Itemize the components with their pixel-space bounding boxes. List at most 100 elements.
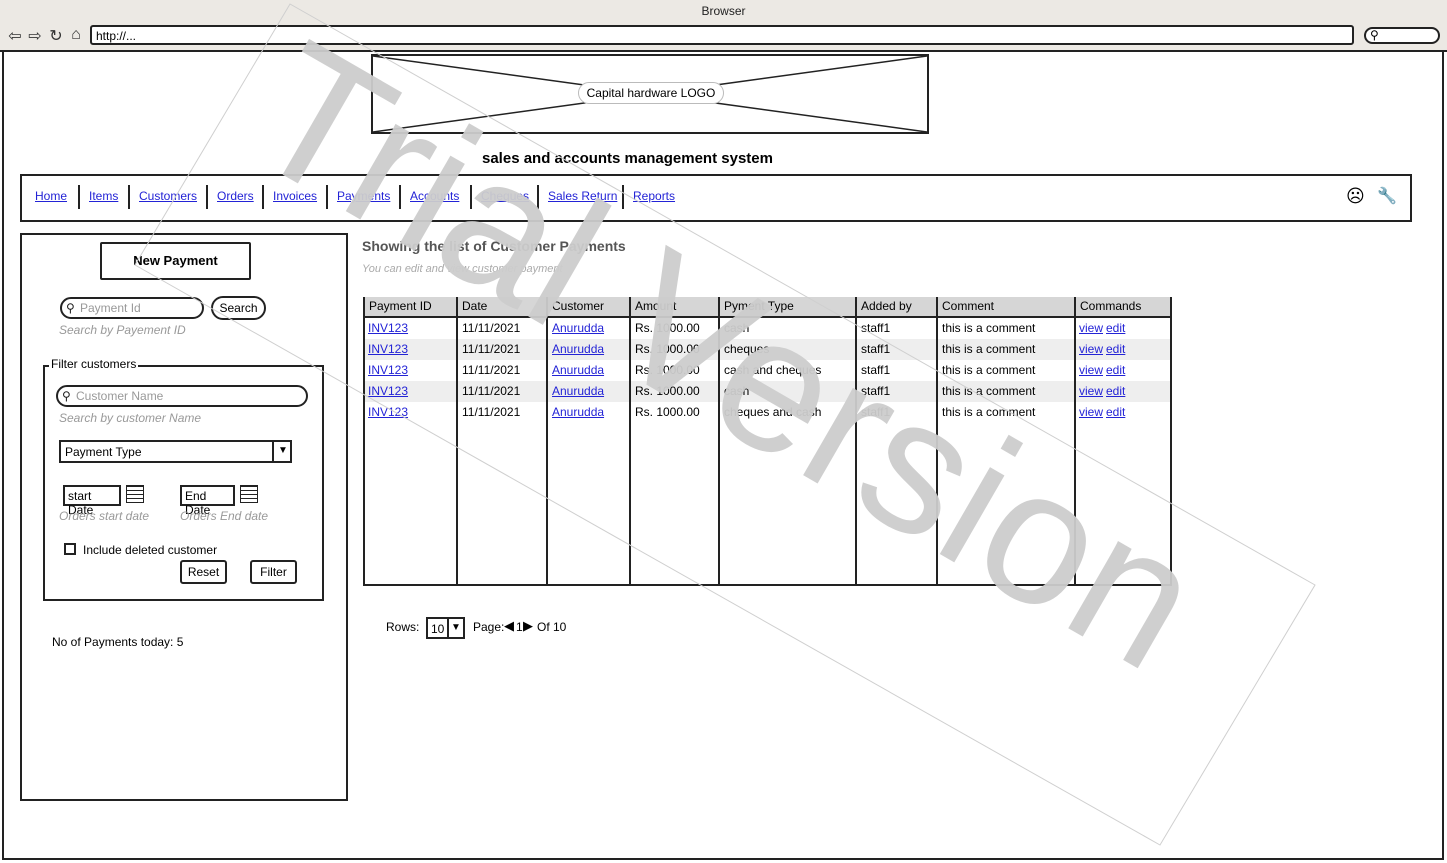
payment-id-link[interactable]: INV123 [368,384,408,398]
table-cell-comment: this is a comment [942,342,1036,356]
view-link[interactable]: view [1079,321,1103,335]
nav-home[interactable]: Home [35,189,67,203]
column-header[interactable]: Customer [548,297,630,318]
url-bar[interactable]: http://... [90,25,1354,45]
sad-face-icon[interactable]: ☹ [1346,186,1365,207]
back-icon[interactable]: ⇦ [6,26,24,46]
prev-page-icon[interactable]: ◀ [504,618,514,634]
column-divider [546,297,548,586]
edit-link[interactable]: edit [1106,405,1125,419]
column-header[interactable]: Comment [938,297,1075,318]
table-cell-added-by: staff1 [861,384,891,398]
nav-payments[interactable]: Payments [337,189,390,203]
payment-id-link[interactable]: INV123 [368,405,408,419]
nav-separator [262,185,264,209]
table-cell-comment: this is a comment [942,363,1036,377]
table-cell-added-by: staff1 [861,363,891,377]
nav-separator [470,185,472,209]
nav-accounts[interactable]: Accounts [410,189,459,203]
table-cell-amount: Rs. 1000.00 [635,405,700,419]
column-divider [855,297,857,586]
customer-link[interactable]: Anurudda [552,363,604,377]
nav-customers[interactable]: Customers [139,189,197,203]
chevron-down-icon[interactable]: ▼ [272,440,292,463]
table-cell-date: 11/11/2021 [462,321,521,335]
home-icon[interactable]: ⌂ [67,26,85,44]
page-title: Showing the list of Customer Payments [362,238,626,254]
start-date-hint: Orders start date [59,509,150,523]
page-subtitle: You can edit and view customer payment [362,263,563,275]
column-header[interactable]: Payment ID [365,297,457,318]
page-number: 1 [516,620,523,634]
edit-link[interactable]: edit [1106,363,1125,377]
payment-id-link[interactable]: INV123 [368,321,408,335]
edit-link[interactable]: edit [1106,384,1125,398]
payment-id-link[interactable]: INV123 [368,363,408,377]
forward-icon[interactable]: ⇨ [26,26,44,46]
nav-reports[interactable]: Reports [633,189,675,203]
reset-button[interactable]: Reset [180,560,227,584]
customer-link[interactable]: Anurudda [552,342,604,356]
table-cell-amount: Rs. 1000.00 [635,384,700,398]
nav-invoices[interactable]: Invoices [273,189,317,203]
column-header[interactable]: Commands [1076,297,1170,318]
payment-type-select[interactable]: Payment Type [59,440,292,463]
search-icon: ⚲ [1370,28,1379,42]
edit-link[interactable]: edit [1106,321,1125,335]
nav-sales-return[interactable]: Sales Return [548,189,617,203]
calendar-icon[interactable] [240,485,258,503]
rows-per-page-select[interactable]: 10 ▼ [426,617,465,639]
payment-id-input[interactable]: ⚲ Payment Id [60,297,204,319]
start-date-field[interactable]: start Date [63,485,121,517]
column-header[interactable]: Added by [857,297,937,318]
end-date-field[interactable]: End Date [180,485,235,517]
view-link[interactable]: view [1079,384,1103,398]
nav-items[interactable]: Items [89,189,118,203]
wrench-icon[interactable]: 🔧 [1377,186,1397,206]
next-page-icon[interactable]: ▶ [523,618,533,634]
column-header[interactable]: Amount [631,297,719,318]
table-cell-comment: this is a comment [942,384,1036,398]
customer-name-hint: Search by customer Name [59,411,202,425]
view-link[interactable]: view [1079,405,1103,419]
chevron-down-icon[interactable]: ▼ [447,619,463,637]
nav-orders[interactable]: Orders [217,189,254,203]
table-cell-date: 11/11/2021 [462,342,521,356]
edit-link[interactable]: edit [1106,342,1125,356]
logo-label: Capital hardware LOGO [578,82,724,104]
nav-cheques[interactable]: Cheques [481,189,529,203]
table-cell-type: cash [724,384,750,398]
nav-separator [206,185,208,209]
table-cell-comment: this is a comment [942,321,1036,335]
customer-link[interactable]: Anurudda [552,321,604,335]
column-divider [629,297,631,586]
nav-separator [78,185,80,209]
search-button[interactable]: Search [211,296,266,320]
customer-name-input[interactable]: ⚲ Customer Name [56,385,308,407]
column-header[interactable]: Pyment Type [720,297,856,318]
calendar-icon[interactable] [126,485,144,503]
column-header[interactable]: Date [458,297,547,318]
table-cell-comment: this is a comment [942,405,1036,419]
view-link[interactable]: view [1079,342,1103,356]
reload-icon[interactable]: ↻ [47,26,65,46]
table-cell-date: 11/11/2021 [462,363,521,377]
payment-id-placeholder: Payment Id [80,301,141,315]
browser-search-box[interactable]: ⚲ [1364,27,1440,44]
customer-name-placeholder: Customer Name [76,389,164,403]
browser-title: Browser [701,4,746,18]
table-cell-added-by: staff1 [861,321,891,335]
include-deleted-label: Include deleted customer [83,543,218,557]
table-cell-type: cash [724,321,750,335]
payment-id-link[interactable]: INV123 [368,342,408,356]
page-label: Page: [473,620,505,634]
payments-today-count: No of Payments today: 5 [52,635,184,649]
customer-link[interactable]: Anurudda [552,405,604,419]
filter-legend: Filter customers [49,357,139,371]
filter-button[interactable]: Filter [250,560,297,584]
include-deleted-checkbox[interactable] [64,543,76,555]
view-link[interactable]: view [1079,363,1103,377]
customer-link[interactable]: Anurudda [552,384,604,398]
nav-separator [326,185,328,209]
new-payment-button[interactable]: New Payment [100,242,251,280]
